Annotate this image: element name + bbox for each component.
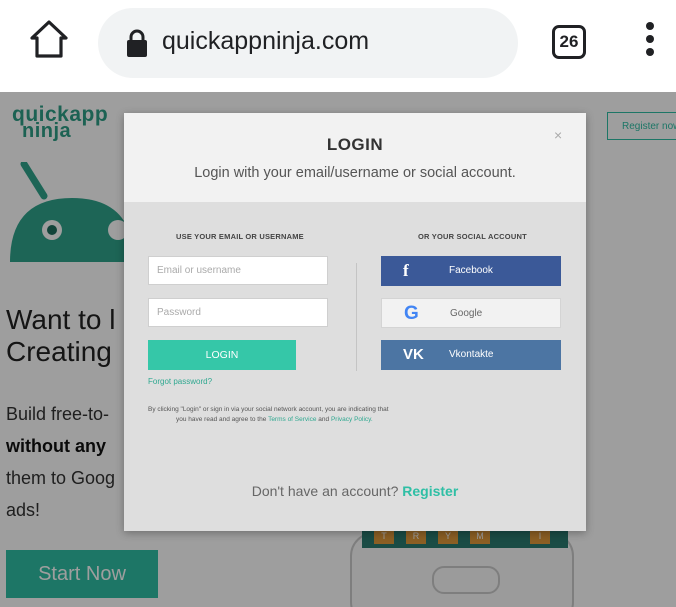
url-text: quickappninja.com	[162, 27, 370, 55]
terms-and-text: and	[318, 416, 330, 423]
terms-line-1: By clicking "Login" or sign in via your …	[148, 406, 389, 413]
google-login-button[interactable]: G Google	[381, 298, 561, 328]
privacy-policy-link[interactable]: Privacy Policy.	[331, 416, 373, 423]
modal-header: LOGIN Login with your email/username or …	[124, 113, 586, 202]
social-section-heading: OR YOUR SOCIAL ACCOUNT	[418, 232, 527, 241]
terms-of-service-link[interactable]: Terms of Service	[268, 416, 316, 423]
login-button[interactable]: LOGIN	[148, 340, 296, 370]
password-field[interactable]: Password	[148, 298, 328, 327]
more-options-icon[interactable]	[644, 22, 656, 62]
register-prompt: Don't have an account? Register	[124, 483, 586, 499]
modal-subtitle: Login with your email/username or social…	[194, 165, 516, 181]
modal-title: LOGIN	[326, 135, 384, 154]
vkontakte-login-button[interactable]: VK Vkontakte	[381, 340, 561, 370]
terms-line-2: you have read and agree to the	[176, 416, 267, 423]
email-field[interactable]: Email or username	[148, 256, 328, 285]
vk-icon: VK	[403, 346, 424, 363]
email-section-heading: USE YOUR EMAIL OR USERNAME	[176, 232, 304, 241]
facebook-icon: f	[403, 261, 409, 280]
vkontakte-label: Vkontakte	[449, 349, 494, 360]
facebook-label: Facebook	[449, 265, 493, 276]
register-link[interactable]: Register	[402, 483, 458, 499]
terms-notice: By clicking "Login" or sign in via your …	[148, 405, 558, 425]
login-modal: LOGIN Login with your email/username or …	[124, 113, 586, 531]
forgot-password-link[interactable]: Forgot password?	[148, 377, 212, 386]
google-icon: G	[404, 303, 419, 324]
close-icon[interactable]: ×	[554, 127, 562, 143]
browser-toolbar: quickappninja.com 26	[0, 0, 676, 92]
no-account-text: Don't have an account?	[251, 483, 399, 499]
lock-icon	[127, 29, 147, 57]
home-icon[interactable]	[28, 18, 70, 60]
tab-switcher-button[interactable]: 26	[552, 25, 586, 59]
google-label: Google	[450, 308, 483, 319]
column-divider	[356, 263, 357, 371]
facebook-login-button[interactable]: f Facebook	[381, 256, 561, 286]
address-bar[interactable]: quickappninja.com	[98, 8, 518, 78]
